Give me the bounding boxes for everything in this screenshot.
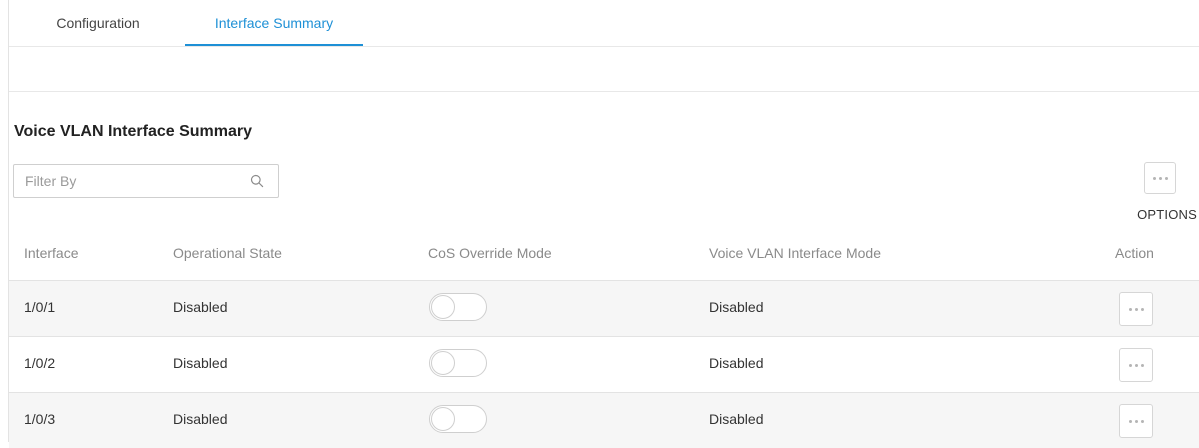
table-row: 1/0/1 Disabled Disabled xyxy=(9,280,1199,336)
interface-summary-table: Interface Operational State CoS Override… xyxy=(9,226,1199,448)
row-action-button[interactable] xyxy=(1119,348,1153,382)
voice-vlan-mode-cell: Disabled xyxy=(709,411,764,427)
left-panel-border xyxy=(0,0,9,442)
toggle-knob xyxy=(431,407,455,431)
more-horizontal-icon xyxy=(1128,419,1144,423)
filter-box xyxy=(13,164,279,198)
toggle-knob xyxy=(431,295,455,319)
more-horizontal-icon xyxy=(1128,363,1144,367)
options-button[interactable] xyxy=(1144,162,1176,194)
column-header-action: Action xyxy=(1115,245,1154,261)
interface-cell: 1/0/3 xyxy=(24,411,56,427)
column-header-cos-override-mode: CoS Override Mode xyxy=(428,245,552,261)
voice-vlan-mode-cell: Disabled xyxy=(709,355,764,371)
tab-interface-summary[interactable]: Interface Summary xyxy=(185,0,363,46)
tab-bar: Configuration Interface Summary xyxy=(9,0,1199,47)
more-horizontal-icon xyxy=(1152,176,1168,180)
filter-input[interactable] xyxy=(14,165,245,197)
toggle-knob xyxy=(431,351,455,375)
section-divider xyxy=(9,91,1199,92)
table-header: Interface Operational State CoS Override… xyxy=(9,226,1199,280)
interface-cell: 1/0/2 xyxy=(24,355,56,371)
column-header-voice-vlan-interface-mode: Voice VLAN Interface Mode xyxy=(709,245,881,261)
page-title: Voice VLAN Interface Summary xyxy=(14,123,253,140)
cos-override-toggle[interactable] xyxy=(429,349,487,377)
voice-vlan-mode-cell: Disabled xyxy=(709,299,764,315)
table-row: 1/0/2 Disabled Disabled xyxy=(9,336,1199,392)
interface-cell: 1/0/1 xyxy=(24,299,56,315)
more-horizontal-icon xyxy=(1128,307,1144,311)
column-header-operational-state: Operational State xyxy=(173,245,282,261)
options-label: OPTIONS xyxy=(1137,207,1197,222)
operational-state-cell: Disabled xyxy=(173,299,228,315)
column-header-interface: Interface xyxy=(24,245,79,261)
search-icon[interactable] xyxy=(250,174,264,188)
operational-state-cell: Disabled xyxy=(173,355,228,371)
table-row: 1/0/3 Disabled Disabled xyxy=(9,392,1199,448)
cos-override-toggle[interactable] xyxy=(429,405,487,433)
cos-override-toggle[interactable] xyxy=(429,293,487,321)
operational-state-cell: Disabled xyxy=(173,411,228,427)
tab-configuration[interactable]: Configuration xyxy=(9,0,187,46)
row-action-button[interactable] xyxy=(1119,292,1153,326)
row-action-button[interactable] xyxy=(1119,404,1153,438)
